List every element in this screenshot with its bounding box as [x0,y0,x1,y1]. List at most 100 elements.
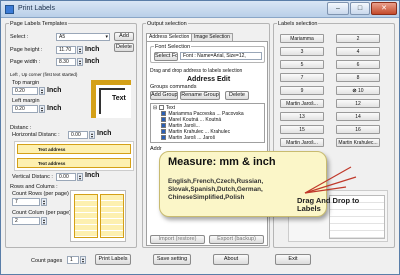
label-cell[interactable]: 2 [336,34,380,43]
label-cell[interactable]: 15 [280,125,324,134]
label-cell[interactable]: ⊘ 10 [336,86,380,95]
title-bar: Print Labels – □ ✕ [1,1,399,18]
labels-group-title: Labels selection [277,21,319,27]
close-button[interactable]: ✕ [371,2,397,15]
count-cols-input[interactable]: 2 [12,217,40,225]
text-address-2: Text address [38,161,66,166]
page-height-label: Page height : [10,47,43,53]
count-cols-label: Count Colum (per page) [12,210,72,216]
label-cell[interactable]: 8 [336,73,380,82]
count-rows-spinner[interactable]: ▴ ▾ [41,198,47,206]
tree-item-checkbox[interactable] [161,129,166,135]
font-value-field: Font : Name=Arial, Size=12, [180,52,262,60]
count-pages-input[interactable]: 1 [67,256,79,264]
add-group-button[interactable]: Add Group [150,91,178,100]
distanc-label: Distanc : [10,125,32,131]
left-margin-spinner[interactable]: ▴ ▾ [39,105,45,113]
label-cell[interactable]: 3 [280,47,324,56]
tab-address-selection[interactable]: Address Selection [146,33,193,41]
select-font-button[interactable]: Select Font [154,52,178,61]
count-rows-input[interactable]: 7 [12,198,40,206]
vertical-distanc-label: Vertical Distanc : [12,174,53,180]
count-pages-label: Count pages [31,258,63,264]
app-icon [5,5,14,14]
count-pages-spinner[interactable]: ▴ ▾ [80,256,86,264]
page-height-unit: Inch [85,46,100,53]
maximize-button[interactable]: □ [350,2,370,15]
export-button[interactable]: Export (backup) [209,235,264,244]
label-cell[interactable]: Martin Jaroš... [280,99,324,108]
template-select[interactable]: A5 ▾ [56,33,110,41]
margin-preview-text: Text [112,95,126,102]
rename-group-button[interactable]: Rename Group [180,91,220,100]
horizontal-distanc-label: Horizontal Distanc : [12,132,60,138]
page-width-label: Page width : [10,59,41,65]
corner-label: Left , Up corner (first text started) [10,72,78,77]
print-labels-button[interactable]: Print Labels [95,254,131,265]
left-margin-unit: Inch [47,105,62,112]
left-margin-input[interactable]: 0.20 [12,105,38,113]
page-width-input[interactable]: 8.30 [56,58,76,66]
margin-preview: Text [91,80,131,118]
distance-preview: Text address Text address [14,141,134,171]
label-cell[interactable]: 12 [336,99,380,108]
groups-commands-label: Groups commands [150,84,197,90]
tree-item-checkbox[interactable] [161,111,166,117]
horizontal-spinner[interactable]: ▴ ▾ [89,131,95,139]
tree-item-checkbox[interactable] [161,135,166,141]
page-width-unit: Inch [85,58,100,65]
tree-root-checkbox[interactable] [158,105,164,111]
label-cell[interactable]: 6 [336,60,380,69]
label-cell[interactable]: 16 [336,125,380,134]
top-margin-input[interactable]: 0.20 [12,87,38,95]
label-cell[interactable]: 5 [280,60,324,69]
vertical-spinner[interactable]: ▴ ▾ [77,173,83,181]
tab-image-selection[interactable]: Image Selection [191,33,233,41]
vertical-unit: Inch [85,172,100,179]
top-margin-spinner[interactable]: ▴ ▾ [39,87,45,95]
label-cell[interactable]: 4 [336,47,380,56]
tree-item-checkbox[interactable] [161,123,166,129]
count-cols-spinner[interactable]: ▴ ▾ [41,217,47,225]
measure-heading: Measure: mm & inch [168,156,276,168]
address-edit-title: Address Edit [187,76,231,83]
no-symbol-icon: ⊘ [352,88,357,94]
label-cell[interactable]: Martin Krahulec... [336,138,380,147]
horizontal-distanc-input[interactable]: 0.00 [68,131,88,139]
vertical-distanc-input[interactable]: 0.00 [56,173,76,181]
label-cell[interactable]: 13 [280,112,324,121]
dragdrop-caption: Drag And Drop to Labels [297,196,360,213]
font-selection-title: Font Selection [154,44,192,50]
label-cell[interactable]: 7 [280,73,324,82]
delete-template-button[interactable]: Delete [114,43,134,52]
top-margin-label: Top margin [12,80,40,86]
exit-button[interactable]: Exit [275,254,311,265]
add-template-button[interactable]: Add [114,32,134,41]
tree-item-label: Martin Jaroš ... Jaroš [168,135,216,141]
tree-item[interactable]: Martin Jaroš ... Jaroš [161,135,215,141]
minimize-button[interactable]: – [327,2,349,15]
save-setting-button[interactable]: Save setting [153,254,191,265]
rows-cols-label: Rows and Colums : [10,184,58,190]
label-cell[interactable]: Martin Jaroš... [280,138,324,147]
print-labels-window: Print Labels – □ ✕ Page Labels Templates… [0,0,400,275]
address-label: Addr [150,146,162,152]
address-tree[interactable]: ⊟ Text Mariamma Pacovska ... Pacovska Ma… [150,103,265,143]
label-cell[interactable]: 9 [280,86,324,95]
page-height-input[interactable]: 11.70 [56,46,76,54]
label-cell[interactable]: Mariamma [280,34,324,43]
delete-group-button[interactable]: Delete [225,91,249,100]
font-selection-group: Font Selection Select Font Font : Name=A… [150,44,265,63]
label-cell[interactable]: 14 [336,112,380,121]
collapse-icon: ⊟ [153,105,158,111]
window-title: Print Labels [18,5,55,12]
page-height-spinner[interactable]: ▴ ▾ [77,46,83,54]
import-button[interactable]: Import (restore) [150,235,205,244]
chevron-down-icon: ▾ [105,34,108,40]
tree-item-checkbox[interactable] [161,117,166,123]
templates-group: Page Labels Templates Select : A5 ▾ Add … [5,21,137,248]
about-button[interactable]: About [213,254,249,265]
output-group-title: Output selection [146,21,188,27]
page-width-spinner[interactable]: ▴ ▾ [77,58,83,66]
dragdrop-arrows [304,166,357,194]
